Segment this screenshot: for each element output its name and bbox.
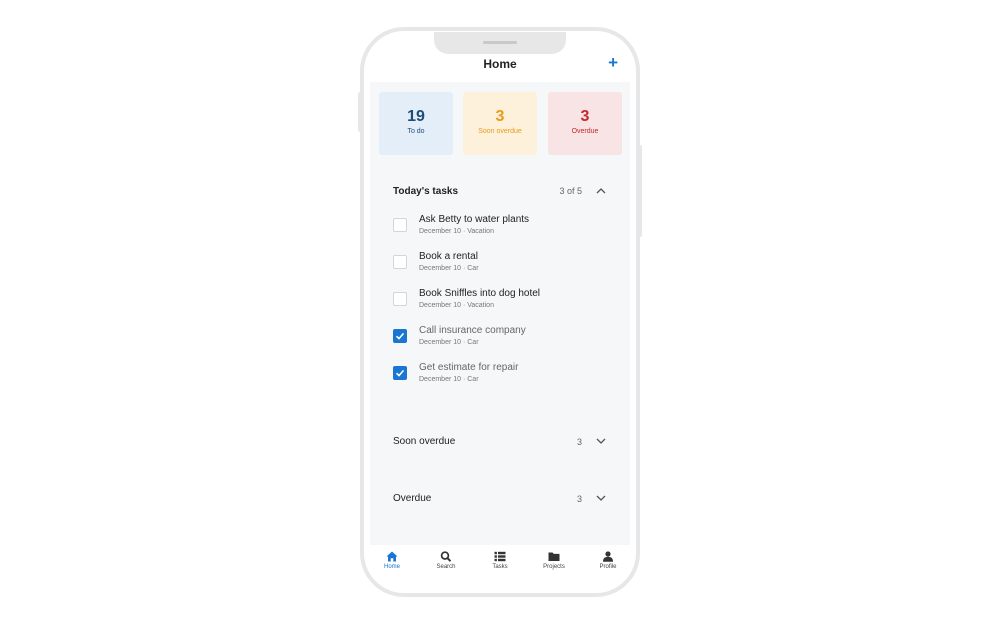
tab-tasks[interactable]: Tasks [480, 551, 520, 570]
home-icon [386, 551, 398, 562]
tab-label: Home [383, 564, 400, 570]
checkmark-icon [395, 369, 405, 377]
task-title: Book Sniffles into dog hotel [419, 288, 541, 299]
task-item: Get estimate for repair December 10 · Ca… [393, 362, 613, 392]
task-item: Ask Betty to water plants December 10 · … [393, 214, 613, 244]
task-title: Ask Betty to water plants [419, 214, 530, 225]
tab-label: Tasks [492, 564, 508, 570]
task-meta: December 10 · Vacation [419, 302, 494, 309]
tab-profile[interactable]: Profile [588, 551, 628, 570]
task-title: Get estimate for repair [419, 362, 519, 373]
task-checkbox[interactable] [393, 218, 407, 232]
summary-card-overdue[interactable]: 3 Overdue [548, 92, 622, 155]
task-meta: December 10 · Car [419, 339, 479, 346]
task-meta: December 10 · Car [419, 265, 479, 272]
summary-label: To do [407, 128, 425, 135]
task-checkbox[interactable] [393, 255, 407, 269]
task-checkbox-checked[interactable] [393, 366, 407, 380]
tab-projects[interactable]: Projects [534, 551, 574, 570]
section-progress: 3 of 5 [559, 186, 582, 196]
page-title: Home [483, 57, 517, 71]
list-icon [494, 551, 506, 562]
user-icon [603, 551, 613, 562]
search-icon [440, 551, 452, 562]
bottom-tab-bar: Home Search Tasks Projects Profile [370, 545, 630, 588]
task-item: Book Sniffles into dog hotel December 10… [393, 288, 613, 318]
section-title-overdue[interactable]: Overdue [393, 493, 431, 504]
add-button[interactable]: + [608, 54, 618, 72]
task-item: Book a rental December 10 · Car [393, 251, 613, 281]
task-title: Book a rental [419, 251, 478, 262]
chevron-up-icon[interactable] [596, 187, 606, 195]
section-title-soon-overdue[interactable]: Soon overdue [393, 436, 455, 447]
summary-card-todo[interactable]: 19 To do [379, 92, 453, 155]
phone-side-button [358, 92, 362, 132]
section-count: 3 [576, 494, 582, 504]
task-checkbox-checked[interactable] [393, 329, 407, 343]
tab-search[interactable]: Search [426, 551, 466, 570]
tab-label: Projects [543, 564, 565, 570]
folder-icon [548, 552, 560, 561]
checkmark-icon [395, 332, 405, 340]
task-item: Call insurance company December 10 · Car [393, 325, 613, 355]
chevron-down-icon[interactable] [596, 437, 606, 445]
chevron-down-icon[interactable] [596, 494, 606, 502]
tab-label: Profile [599, 564, 617, 570]
summary-card-soon-overdue[interactable]: 3 Soon overdue [463, 92, 537, 155]
task-title: Call insurance company [419, 325, 526, 336]
phone-speaker [483, 41, 517, 44]
task-checkbox[interactable] [393, 292, 407, 306]
summary-count: 19 [407, 108, 425, 125]
app-screen: Home + 19 To do 3 Soon overdue 3 Overdue… [370, 36, 630, 588]
summary-count: 3 [580, 108, 590, 125]
tab-label: Search [436, 564, 456, 570]
summary-label: Overdue [571, 128, 599, 135]
tab-home[interactable]: Home [372, 551, 412, 570]
section-title-today: Today's tasks [393, 186, 458, 197]
task-meta: December 10 · Car [419, 376, 479, 383]
summary-count: 3 [495, 108, 505, 125]
phone-side-button [638, 145, 642, 237]
task-meta: December 10 · Vacation [419, 228, 494, 235]
section-count: 3 [576, 437, 582, 447]
summary-label: Soon overdue [478, 128, 522, 135]
